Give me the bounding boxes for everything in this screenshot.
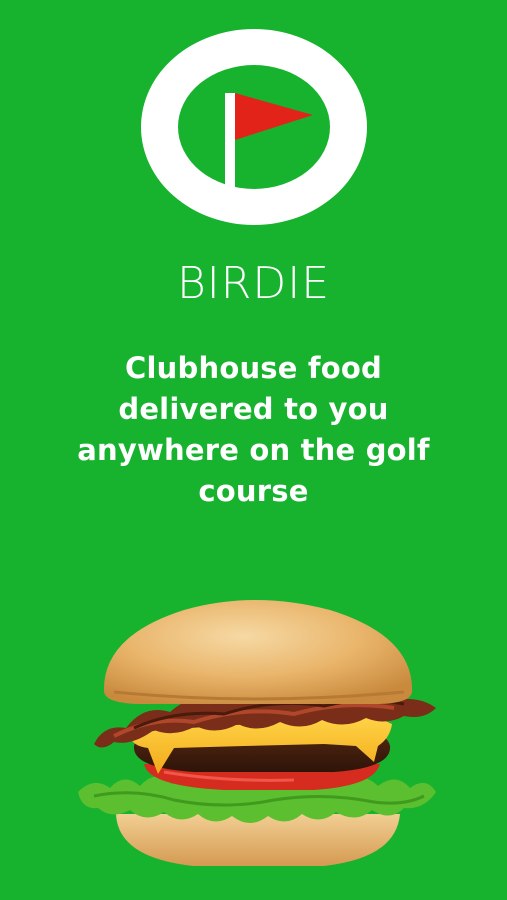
tagline: Clubhouse food delivered to you anywhere…: [77, 351, 430, 508]
splash-screen: BIRDIE Clubhouse food delivered to you a…: [0, 0, 507, 900]
burger-image: [74, 596, 440, 872]
birdie-logo: [141, 29, 367, 225]
brand-name: BIRDIE: [176, 258, 331, 309]
golf-flag-icon: [141, 29, 367, 225]
